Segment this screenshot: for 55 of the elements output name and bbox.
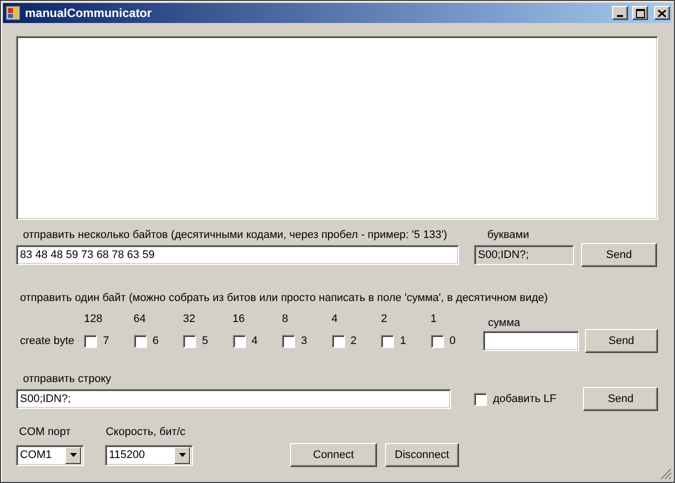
port-dropdown[interactable]: COM1 (16, 444, 84, 466)
bit-number: 6 (152, 335, 159, 347)
section-label: отправить несколько байтов (десятичными кодами, через пробел - пример: '5 133') (23, 229, 448, 241)
send-button[interactable]: Send (583, 387, 658, 411)
app-icon (5, 5, 21, 21)
row-label: create byte (20, 335, 76, 347)
window-title: manualCommunicator (25, 6, 153, 20)
checkbox-label[interactable]: добавить LF (493, 393, 556, 405)
bytes-input[interactable]: 83 48 48 59 73 68 78 63 59 (16, 245, 459, 265)
sum-input[interactable] (483, 331, 579, 351)
bit-number: 5 (202, 335, 208, 347)
bit-weight: 128 (84, 313, 102, 325)
bit-weight: 2 (381, 313, 388, 325)
bit-checkbox[interactable] (332, 334, 344, 348)
send-button[interactable]: Send (581, 243, 657, 267)
bit-weight: 16 (232, 313, 245, 325)
connect-button[interactable]: Connect (290, 443, 377, 467)
section-label: отправить строку (23, 373, 112, 385)
field-label: Скорость, бит/с (106, 426, 186, 438)
field-label: сумма (488, 316, 520, 329)
minimize-button[interactable] (612, 6, 628, 20)
bit-checkbox[interactable] (84, 334, 97, 348)
caret-icon (70, 453, 76, 457)
bit-weight: 8 (282, 313, 288, 325)
close-icon (658, 10, 666, 16)
bit-checkbox[interactable] (430, 334, 444, 348)
bit-checkbox[interactable] (282, 334, 295, 348)
field-label: буквами (487, 229, 530, 241)
bit-checkbox[interactable] (381, 334, 394, 348)
send-button[interactable]: Send (584, 329, 658, 353)
bit-number: 0 (450, 335, 456, 347)
bit-number: 1 (400, 335, 406, 347)
bit-weight: 64 (134, 313, 146, 325)
speed-dropdown[interactable]: 115200 (105, 444, 193, 466)
field-label: COM порт (19, 426, 71, 438)
bit-checkbox[interactable] (134, 334, 146, 348)
string-input[interactable]: S00;IDN?; (16, 389, 451, 409)
bit-checkbox[interactable] (232, 334, 246, 348)
disconnect-button[interactable]: Disconnect (385, 443, 459, 467)
bit-weight: 32 (183, 313, 196, 325)
section-label: отправить один байт (можно собрать из битов или просто написать в поле 'сумма', в десятичном виде) (20, 292, 548, 304)
bit-weight: 4 (332, 313, 338, 325)
bit-number: 7 (103, 335, 110, 347)
checkbox[interactable] (474, 392, 487, 406)
maximize-icon (636, 8, 644, 18)
caret-icon (178, 453, 186, 457)
close-button[interactable] (654, 6, 670, 20)
resize-grip-icon[interactable] (660, 468, 672, 480)
bit-checkbox[interactable] (183, 334, 196, 348)
bit-number: 3 (301, 335, 308, 347)
maximize-button[interactable] (632, 6, 648, 20)
letters-field[interactable]: S00;IDN?; (474, 245, 574, 265)
bit-weight: 1 (430, 313, 437, 325)
bit-number: 2 (350, 335, 357, 347)
bit-number: 4 (252, 335, 258, 347)
